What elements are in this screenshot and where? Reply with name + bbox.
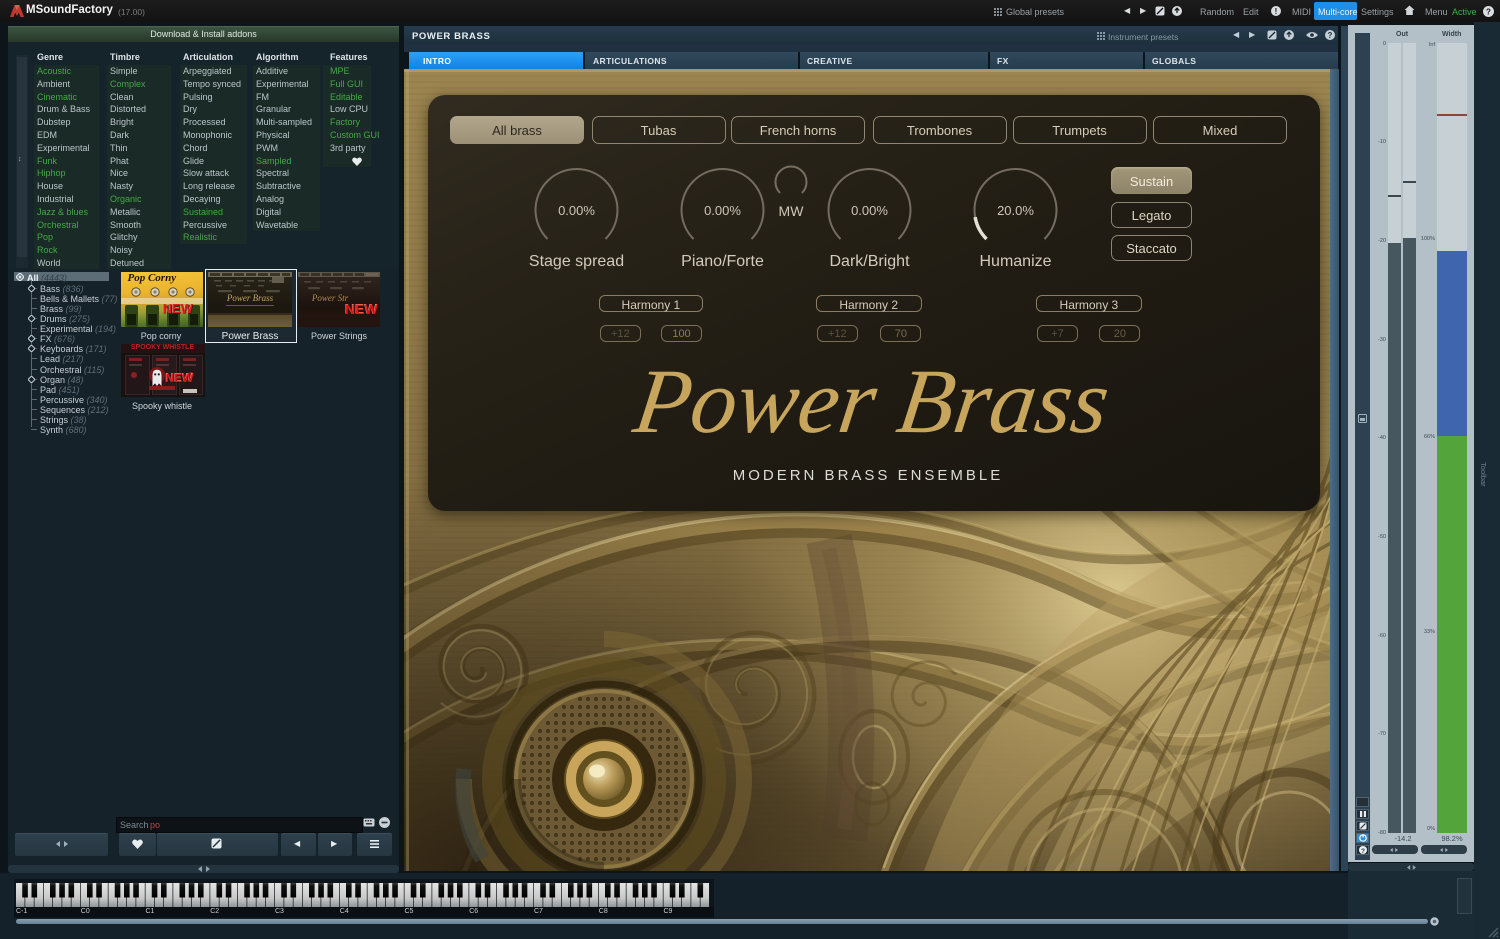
svg-text:?: ? xyxy=(1486,8,1491,17)
svg-text:!: ! xyxy=(1275,7,1278,16)
svg-text:?: ? xyxy=(1361,847,1365,853)
svg-text:?: ? xyxy=(1328,31,1333,40)
